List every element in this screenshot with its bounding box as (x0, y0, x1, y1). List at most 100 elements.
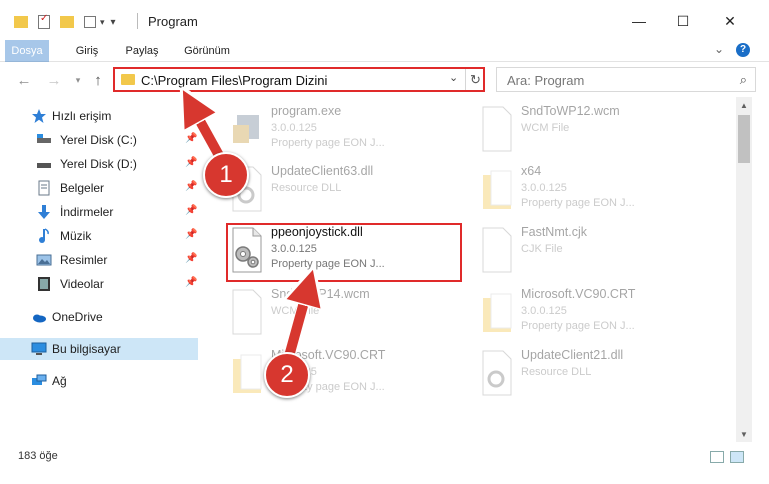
pin-icon[interactable]: 📌 (185, 181, 197, 192)
sidebar-item-disk-c[interactable]: Yerel Disk (C:) 📌 (0, 129, 198, 151)
sidebar-item-label: Hızlı erişim (52, 109, 112, 123)
pin-icon[interactable]: 📌 (185, 277, 197, 288)
scroll-up-icon[interactable]: ▲ (736, 97, 752, 113)
sidebar-item-label: Bu bilgisayar (52, 342, 121, 356)
file-type: WCM File (521, 122, 570, 134)
scrollbar-thumb[interactable] (738, 115, 750, 163)
file-item[interactable]: Microsoft.VC90.CRT 3.0.0.125 Property pa… (473, 284, 713, 342)
step-1-badge: 1 (203, 152, 249, 198)
file-item[interactable]: UpdateClient63.dll Resource DLL (223, 161, 463, 219)
onedrive-icon (33, 314, 46, 323)
properties-icon[interactable]: ✓ (38, 13, 50, 29)
sidebar-item-disk-d[interactable]: Yerel Disk (D:) 📌 (0, 153, 198, 175)
file-item[interactable]: FastNmt.cjk CJK File (473, 222, 713, 280)
file-version: 3.0.0.125 (271, 122, 317, 134)
file-type: Resource DLL (271, 182, 342, 194)
pin-icon[interactable]: 📌 (185, 157, 197, 168)
file-item[interactable]: SndToWP12.wcm WCM File (473, 101, 713, 159)
file-type: WCM File (271, 305, 320, 317)
expand-ribbon-icon[interactable]: ⌄ (714, 42, 724, 56)
file-type: CJK File (521, 243, 563, 255)
disk-c-icon (37, 134, 51, 143)
sidebar-item-music[interactable]: Müzik 📌 (0, 225, 198, 247)
pin-icon[interactable]: 📌 (185, 229, 197, 240)
sidebar-item-label: Belgeler (60, 181, 105, 195)
sidebar-item-downloads[interactable]: İndirmeler 📌 (0, 201, 198, 223)
item-count: 183 öğe (18, 450, 58, 462)
file-item[interactable]: Microsoft.VC90.CRT 3.0.0.125 Property pa… (223, 345, 463, 403)
help-icon[interactable]: ? (736, 43, 750, 57)
chevron-down-icon[interactable]: ▾ (100, 17, 105, 28)
details-view-icon[interactable] (710, 451, 724, 463)
tiles-view-icon[interactable] (730, 451, 744, 463)
sidebar-item-label: Videolar (60, 277, 104, 291)
search-input[interactable]: Ara: Program ⌕ (496, 67, 756, 92)
sidebar-item-videos[interactable]: Videolar 📌 (0, 273, 198, 295)
folder-icon[interactable] (14, 16, 28, 28)
ribbon-tabs: Dosya Giriş Paylaş Görünüm ⌄ ? (0, 40, 769, 98)
sidebar-item-onedrive[interactable]: OneDrive (0, 306, 198, 328)
pictures-icon (36, 254, 52, 266)
file-item[interactable]: SndToWP14.wcm WCM File (223, 284, 463, 342)
forward-button[interactable]: → (44, 70, 64, 90)
step-2-badge: 2 (264, 352, 310, 398)
sidebar-item-pictures[interactable]: Resimler 📌 (0, 249, 198, 271)
pin-icon[interactable]: 📌 (185, 205, 197, 216)
chevron-down-icon[interactable]: ⌄ (449, 71, 458, 84)
sidebar-item-label: Yerel Disk (C:) (60, 133, 137, 147)
refresh-button[interactable]: ↻ (465, 69, 485, 90)
tab-view[interactable]: Görünüm (178, 40, 236, 62)
sidebar-item-label: Müzik (60, 229, 92, 243)
sidebar-item-network[interactable]: Ağ (0, 370, 198, 392)
pin-icon[interactable]: 📌 (185, 133, 197, 144)
recent-locations-button[interactable]: ▾ (68, 70, 88, 90)
tab-share[interactable]: Paylaş (120, 40, 164, 62)
address-path[interactable]: C:\Program Files\Program Dizini (141, 73, 327, 88)
pin-icon[interactable]: 📌 (185, 253, 197, 264)
view-toggle-icon[interactable] (84, 16, 96, 28)
tab-home[interactable]: Giriş (68, 40, 106, 62)
quick-access-toolbar: ✓ ▾ ▾ (14, 12, 116, 32)
separator (137, 13, 138, 29)
vertical-scrollbar[interactable]: ▲ ▼ (736, 97, 752, 442)
sidebar-item-label: İndirmeler (60, 205, 114, 219)
file-item[interactable]: UpdateClient21.dll Resource DLL (473, 345, 713, 403)
up-button[interactable]: ↑ (88, 70, 108, 90)
file-description: Property page EON J... (521, 197, 635, 209)
folder-icon (483, 170, 512, 209)
download-icon (38, 205, 50, 219)
sidebar-item-documents[interactable]: Belgeler 📌 (0, 177, 198, 199)
back-button[interactable]: ← (14, 70, 34, 90)
sidebar-item-label: Yerel Disk (D:) (60, 157, 137, 171)
maximize-button[interactable]: ☐ (666, 8, 700, 34)
videos-icon (38, 277, 50, 291)
navigation-bar: ← → ▾ ↑ C:\Program Files\Program Dizini … (0, 62, 769, 97)
file-item[interactable]: x64 3.0.0.125 Property page EON J... (473, 161, 713, 219)
exe-icon (233, 115, 259, 143)
folder-icon (233, 354, 262, 393)
sidebar-item-quick-access[interactable]: Hızlı erişim (0, 105, 198, 127)
file-name: Microsoft.VC90.CRT (521, 287, 636, 301)
new-folder-icon[interactable] (60, 16, 74, 28)
file-name: FastNmt.cjk (521, 225, 587, 239)
customize-icon[interactable]: ▾ (111, 17, 116, 28)
file-name: SndToWP14.wcm (271, 287, 370, 301)
address-bar[interactable]: C:\Program Files\Program Dizini ⌄ ↻ (113, 67, 485, 92)
file-description: Property page EON J... (271, 137, 385, 149)
music-icon (39, 228, 49, 243)
star-icon (32, 109, 46, 123)
title-bar: ✓ ▾ ▾ Program — ☐ ✕ (0, 0, 769, 40)
close-button[interactable]: ✕ (713, 8, 747, 34)
file-name: x64 (521, 164, 542, 178)
file-item[interactable]: program.exe 3.0.0.125 Property page EON … (223, 101, 463, 159)
search-icon[interactable]: ⌕ (740, 72, 747, 88)
sidebar-item-label: Resimler (60, 253, 108, 267)
this-pc-icon (31, 342, 47, 355)
sidebar-item-label: OneDrive (52, 310, 103, 324)
scroll-down-icon[interactable]: ▼ (736, 426, 752, 442)
folder-icon (483, 293, 512, 332)
blank-file-icon (482, 227, 512, 273)
sidebar-item-this-pc[interactable]: Bu bilgisayar (0, 338, 198, 360)
folder-icon (121, 74, 135, 85)
minimize-button[interactable]: — (622, 8, 656, 34)
